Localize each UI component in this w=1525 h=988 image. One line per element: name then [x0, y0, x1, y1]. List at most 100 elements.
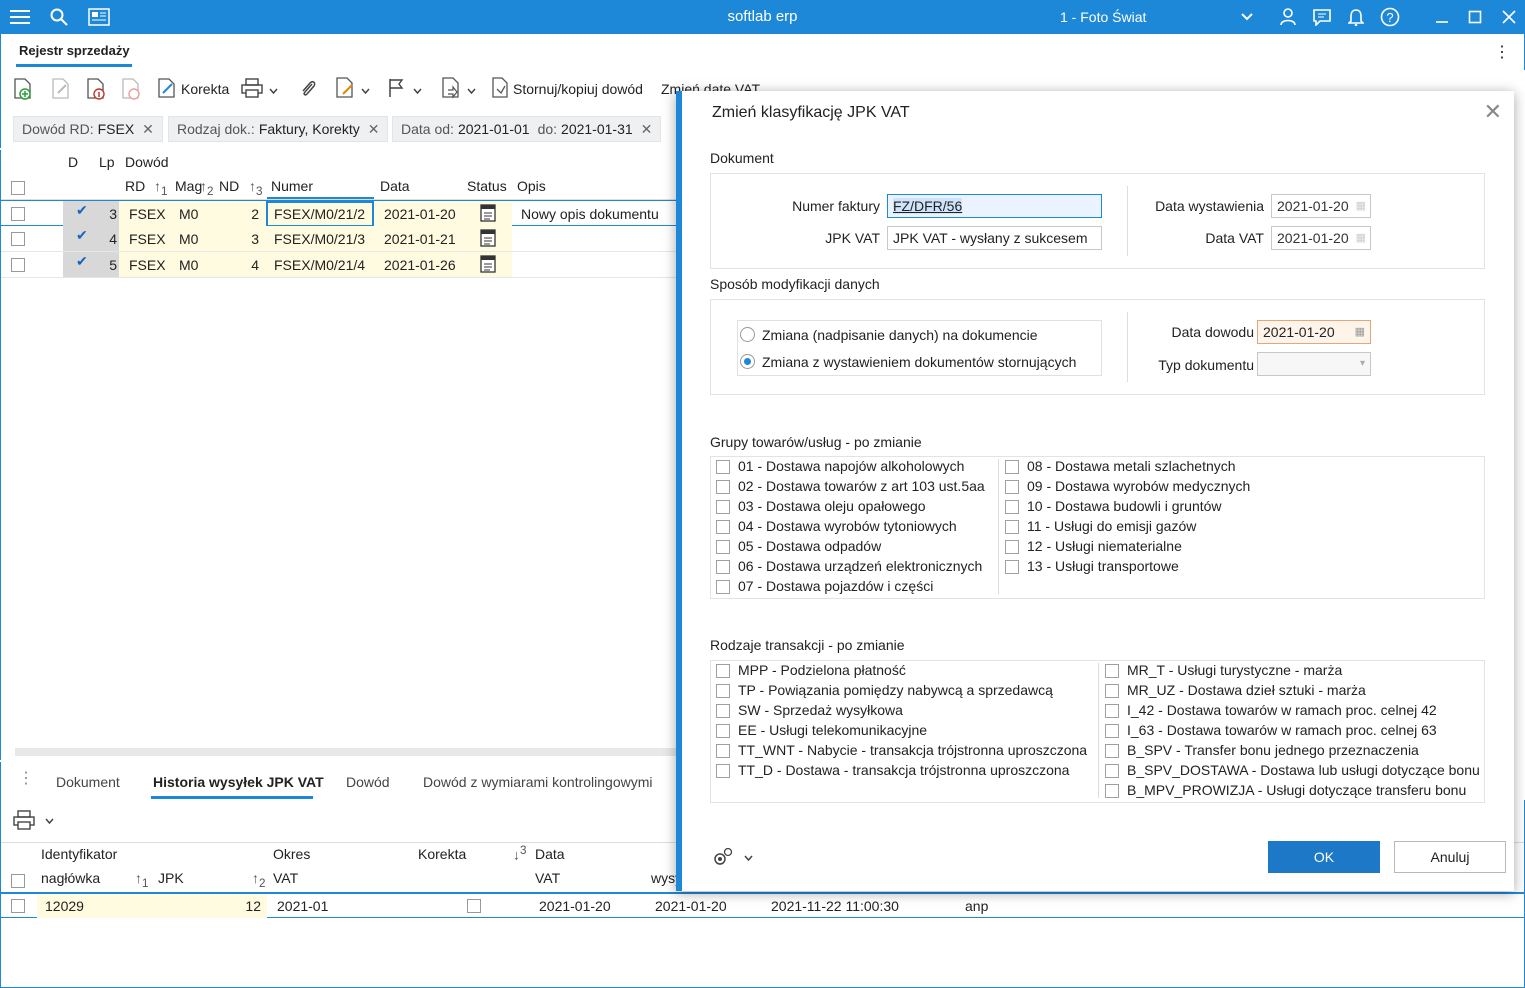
- header-rd[interactable]: RD: [125, 178, 145, 194]
- more-options-icon[interactable]: ⋮: [18, 768, 34, 788]
- header-d[interactable]: D: [68, 154, 78, 170]
- tab-rejestr-sprzedazy[interactable]: Rejestr sprzedaży: [19, 43, 130, 58]
- horizontal-scrollbar[interactable]: [15, 748, 681, 756]
- remove-filter-icon[interactable]: ✕: [641, 121, 653, 138]
- chat-icon[interactable]: [1305, 0, 1339, 34]
- print-button[interactable]: [241, 76, 278, 102]
- bell-icon[interactable]: [1339, 0, 1373, 34]
- header-status[interactable]: Status: [467, 178, 507, 194]
- table-row[interactable]: 3 FSEX M0 2 FSEX/M0/21/2 2021-01-20 Nowy…: [1, 200, 681, 227]
- option-checkbox[interactable]: [1005, 540, 1019, 554]
- option-checkbox[interactable]: [1105, 764, 1119, 778]
- option-checkbox[interactable]: [716, 664, 730, 678]
- header-data[interactable]: Data: [380, 178, 410, 194]
- table-row[interactable]: 5 FSEX M0 4 FSEX/M0/21/4 2021-01-26: [1, 252, 681, 278]
- row-checkbox[interactable]: [11, 232, 25, 246]
- filter-chip-rodzaj[interactable]: Rodzaj dok.: Faktury, Korekty ✕: [168, 116, 389, 142]
- remove-filter-icon[interactable]: ✕: [142, 121, 154, 138]
- tab-historia-wysylek[interactable]: Historia wysyłek JPK VAT: [153, 774, 324, 790]
- data-vat-field[interactable]: 2021-01-20 ▦: [1271, 226, 1371, 250]
- add-document-icon[interactable]: [13, 76, 33, 102]
- option-checkbox[interactable]: [1105, 724, 1119, 738]
- maximize-icon[interactable]: [1458, 0, 1492, 34]
- hamburger-menu-icon[interactable]: [3, 0, 37, 34]
- option-checkbox[interactable]: [1105, 664, 1119, 678]
- header-lp[interactable]: Lp: [99, 154, 115, 170]
- option-checkbox[interactable]: [716, 744, 730, 758]
- radio-nadpisanie[interactable]: [740, 327, 755, 342]
- option-checkbox[interactable]: [716, 580, 730, 594]
- header-okres[interactable]: Okres: [273, 846, 310, 862]
- option-checkbox[interactable]: [1005, 500, 1019, 514]
- tab-dokument[interactable]: Dokument: [56, 774, 120, 790]
- select-all-checkbox[interactable]: [11, 181, 25, 195]
- option-checkbox[interactable]: [1105, 784, 1119, 798]
- document-edit-menu[interactable]: [335, 76, 370, 102]
- row-checkbox[interactable]: [11, 207, 25, 221]
- header-vat[interactable]: VAT: [273, 870, 298, 886]
- edit-document-icon[interactable]: [51, 76, 71, 102]
- option-checkbox[interactable]: [1005, 560, 1019, 574]
- option-checkbox[interactable]: [716, 704, 730, 718]
- attachment-icon[interactable]: [299, 76, 317, 102]
- close-icon[interactable]: [1492, 0, 1525, 34]
- minimize-icon[interactable]: [1425, 0, 1459, 34]
- korekta-button[interactable]: Korekta: [157, 76, 229, 102]
- table-row[interactable]: 12029 12 2021-01 2021-01-20 2021-01-20 2…: [1, 892, 1524, 918]
- numer-faktury-field[interactable]: FZ/DFR/56: [887, 194, 1102, 218]
- typ-dokumentu-select[interactable]: ▾: [1257, 352, 1371, 376]
- company-selector[interactable]: 1 - Foto Świat: [1060, 0, 1146, 34]
- export-menu[interactable]: [441, 76, 476, 102]
- option-checkbox[interactable]: [716, 540, 730, 554]
- option-checkbox[interactable]: [1005, 460, 1019, 474]
- header-numer[interactable]: Numer: [271, 178, 313, 194]
- close-icon[interactable]: ✕: [1484, 99, 1502, 125]
- ok-button[interactable]: OK: [1268, 841, 1380, 873]
- settings-menu[interactable]: [712, 847, 753, 870]
- header-data[interactable]: Data: [535, 846, 565, 862]
- row-checkbox[interactable]: [11, 899, 25, 913]
- header-jpk[interactable]: JPK: [158, 870, 184, 886]
- filter-chip-dowod[interactable]: Dowód RD: FSEX ✕: [13, 116, 163, 142]
- row-checkbox[interactable]: [11, 258, 25, 272]
- filter-chip-data[interactable]: Data od: 2021-01-01 do: 2021-01-31 ✕: [392, 116, 662, 142]
- data-dowodu-field[interactable]: 2021-01-20 ▦: [1257, 320, 1371, 344]
- option-checkbox[interactable]: [1105, 744, 1119, 758]
- print-button[interactable]: [13, 810, 54, 833]
- more-options-icon[interactable]: ⋮: [1494, 42, 1510, 62]
- option-checkbox[interactable]: [716, 724, 730, 738]
- header-naglowka[interactable]: nagłówka: [41, 870, 100, 886]
- table-row[interactable]: 4 FSEX M0 3 FSEX/M0/21/3 2021-01-21: [1, 226, 681, 252]
- option-checkbox[interactable]: [1105, 684, 1119, 698]
- stornuj-kopiuj-button[interactable]: Stornuj/kopiuj dowód: [491, 76, 643, 102]
- chevron-down-icon[interactable]: [1230, 0, 1264, 34]
- user-icon[interactable]: [1271, 0, 1305, 34]
- header-nd[interactable]: ND: [219, 178, 239, 194]
- option-checkbox[interactable]: [716, 480, 730, 494]
- radio-stornujace[interactable]: [740, 354, 755, 369]
- header-identyfikator[interactable]: Identyfikator: [41, 846, 117, 862]
- remove-filter-icon[interactable]: ✕: [368, 121, 380, 138]
- header-data-vat[interactable]: VAT: [535, 870, 560, 886]
- option-checkbox[interactable]: [716, 500, 730, 514]
- tab-dowod-wymiary[interactable]: Dowód z wymiarami kontrolingowymi: [423, 774, 653, 790]
- search-icon[interactable]: [42, 0, 76, 34]
- help-icon[interactable]: ?: [1373, 0, 1407, 34]
- select-all-checkbox[interactable]: [11, 874, 25, 888]
- option-checkbox[interactable]: [716, 520, 730, 534]
- tab-dowod[interactable]: Dowód: [346, 774, 390, 790]
- delete-document-icon[interactable]: [121, 76, 141, 102]
- option-checkbox[interactable]: [716, 684, 730, 698]
- option-checkbox[interactable]: [716, 764, 730, 778]
- option-checkbox[interactable]: [716, 460, 730, 474]
- header-opis[interactable]: Opis: [517, 178, 546, 194]
- header-korekta[interactable]: Korekta: [418, 846, 466, 862]
- option-checkbox[interactable]: [1005, 520, 1019, 534]
- header-mag[interactable]: Mag: [175, 178, 202, 194]
- flag-menu[interactable]: [387, 76, 422, 102]
- document-info-icon[interactable]: [86, 76, 106, 102]
- option-checkbox[interactable]: [1005, 480, 1019, 494]
- cancel-button[interactable]: Anuluj: [1394, 841, 1506, 873]
- news-icon[interactable]: [82, 0, 116, 34]
- data-wystawienia-field[interactable]: 2021-01-20 ▦: [1271, 194, 1371, 218]
